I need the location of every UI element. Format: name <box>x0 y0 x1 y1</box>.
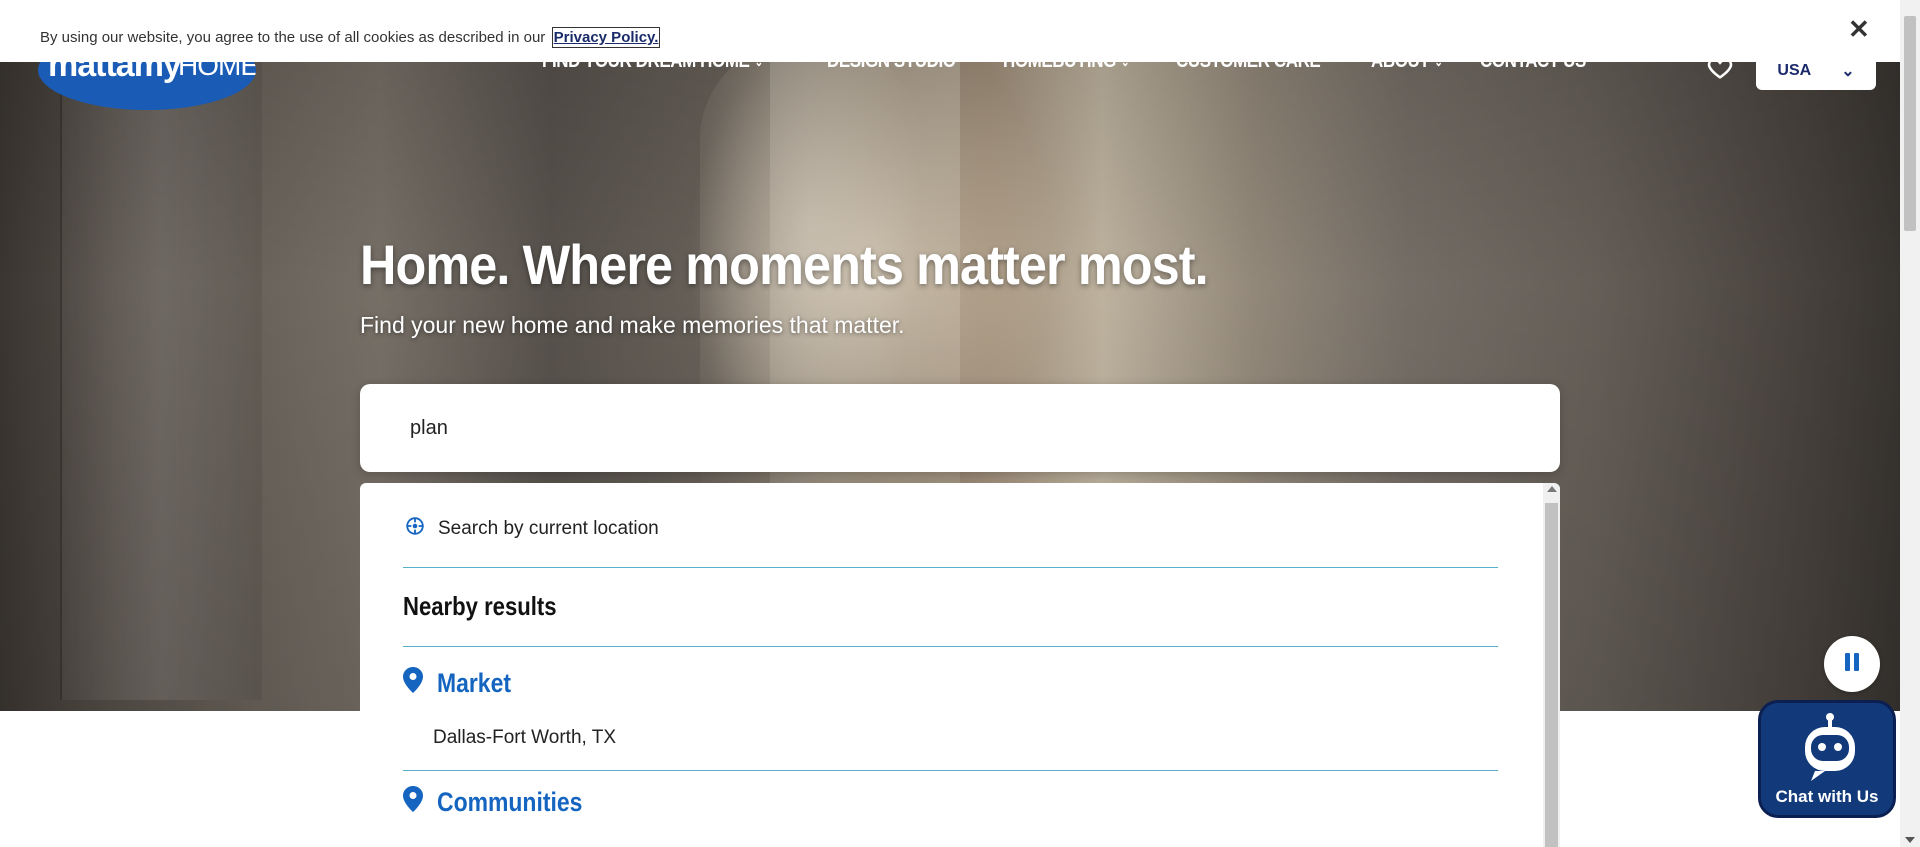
divider <box>403 646 1498 647</box>
category-label: Market <box>437 668 511 698</box>
divider <box>403 567 1498 568</box>
hero-subtitle: Find your new home and make memories tha… <box>360 312 905 338</box>
divider <box>403 770 1498 771</box>
close-icon[interactable]: ✕ <box>1848 14 1870 45</box>
category-communities: Communities <box>403 786 608 819</box>
cookie-message: By using our website, you agree to the u… <box>40 29 546 46</box>
market-result-item[interactable]: Dallas-Fort Worth, TX <box>433 727 616 749</box>
privacy-policy-link[interactable]: Privacy Policy. <box>551 27 661 48</box>
cookie-banner: By using our website, you agree to the u… <box>0 0 1900 62</box>
nearby-results-heading: Nearby results <box>403 591 557 621</box>
search-box <box>360 384 1560 472</box>
search-suggestions-dropdown: Search by current location Nearby result… <box>360 483 1560 847</box>
chevron-down-icon: ⌄ <box>1841 63 1855 80</box>
search-input[interactable] <box>408 410 1512 446</box>
map-pin-icon <box>403 786 423 819</box>
scroll-up-arrow-icon[interactable] <box>1547 486 1557 492</box>
scroll-down-arrow-icon[interactable] <box>1905 837 1915 843</box>
dropdown-scrollbar-thumb[interactable] <box>1545 503 1558 847</box>
chat-widget-button[interactable]: Chat with Us <box>1758 700 1896 818</box>
pause-icon <box>1843 651 1861 678</box>
video-pause-button[interactable] <box>1824 636 1880 692</box>
search-current-location-option[interactable]: Search by current location <box>404 515 659 543</box>
hero-title: Home. Where moments matter most. <box>360 233 1209 296</box>
crosshair-icon <box>404 515 426 543</box>
page-scrollbar[interactable] <box>1900 0 1920 847</box>
current-location-label: Search by current location <box>438 518 659 539</box>
category-label: Communities <box>437 787 583 817</box>
category-market: Market <box>403 667 524 700</box>
map-pin-icon <box>403 667 423 700</box>
robot-icon <box>1799 711 1861 788</box>
page-scrollbar-thumb[interactable] <box>1904 16 1916 231</box>
chat-label: Chat with Us <box>1775 787 1879 806</box>
country-label: USA <box>1777 62 1812 79</box>
cookie-text: By using our website, you agree to the u… <box>40 27 661 48</box>
